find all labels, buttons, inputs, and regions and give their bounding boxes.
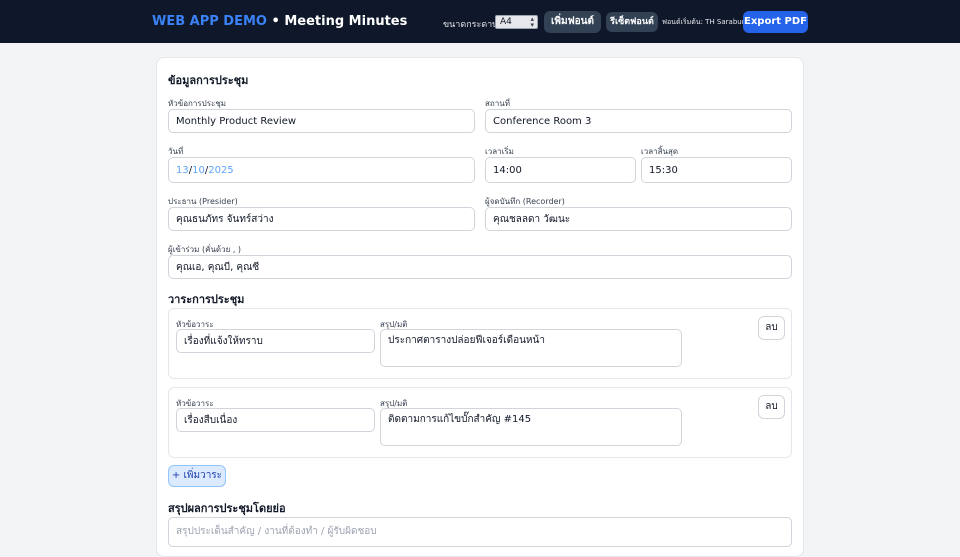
meeting-info-heading: ข้อมูลการประชุม: [168, 74, 249, 87]
add-agenda-button[interactable]: + เพิ่มวาระ: [168, 465, 226, 487]
date-input[interactable]: 13/10/2025: [168, 157, 475, 183]
paper-size-label: ขนาดกระดาษ: [443, 20, 499, 30]
export-pdf-button[interactable]: Export PDF: [743, 11, 808, 33]
top-bar: WEB APP DEMO • Meeting Minutes ขนาดกระดา…: [0, 0, 960, 43]
date-month: 10: [192, 164, 205, 176]
summary-heading: สรุปผลการประชุมโดยย่อ: [168, 502, 286, 515]
location-input[interactable]: Conference Room 3: [485, 109, 792, 133]
agenda-summary-textarea[interactable]: ประกาศตารางปล่อยฟีเจอร์เดือนหน้า: [380, 329, 682, 367]
default-font-text: ฟอนต์เริ่มต้น: TH Sarabun: [662, 18, 747, 26]
president-input[interactable]: คุณธนภัทร จันทร์สว่าง: [168, 207, 475, 231]
agenda-heading: วาระการประชุม: [168, 293, 245, 306]
agenda-summary-textarea[interactable]: ติดตามการแก้ไขบั๊กสำคัญ #145: [380, 408, 682, 446]
delete-agenda-button[interactable]: ลบ: [758, 316, 785, 340]
delete-agenda-button[interactable]: ลบ: [758, 395, 785, 419]
date-year: 2025: [208, 164, 234, 176]
end-time-input[interactable]: 15:30: [641, 157, 792, 183]
page-title: Meeting Minutes: [284, 14, 408, 29]
paper-size-value: A4: [500, 17, 512, 27]
recorder-input[interactable]: คุณชลลดา วัฒนะ: [485, 207, 792, 231]
agenda-topic-input[interactable]: เรื่องสืบเนื่อง: [176, 408, 375, 432]
agenda-topic-input[interactable]: เรื่องที่แจ้งให้ทราบ: [176, 329, 375, 353]
summary-textarea[interactable]: สรุปประเด็นสำคัญ / งานที่ต้องทำ / ผู้รับ…: [168, 517, 792, 547]
app-title: WEB APP DEMO • Meeting Minutes: [152, 14, 407, 29]
title-separator: •: [271, 14, 280, 29]
paper-size-select[interactable]: A4 ▴ ▾: [495, 15, 538, 29]
reset-font-button[interactable]: รีเซ็ตฟอนต์: [606, 12, 658, 32]
topic-input[interactable]: Monthly Product Review: [168, 109, 475, 133]
attendees-input[interactable]: คุณเอ, คุณบี, คุณซี: [168, 255, 792, 279]
add-font-button[interactable]: เพิ่มฟอนต์: [544, 11, 601, 33]
select-arrows-icon: ▴ ▾: [530, 15, 534, 29]
brand-name: WEB APP DEMO: [152, 14, 267, 29]
start-time-input[interactable]: 14:00: [485, 157, 636, 183]
date-day: 13: [176, 164, 189, 176]
